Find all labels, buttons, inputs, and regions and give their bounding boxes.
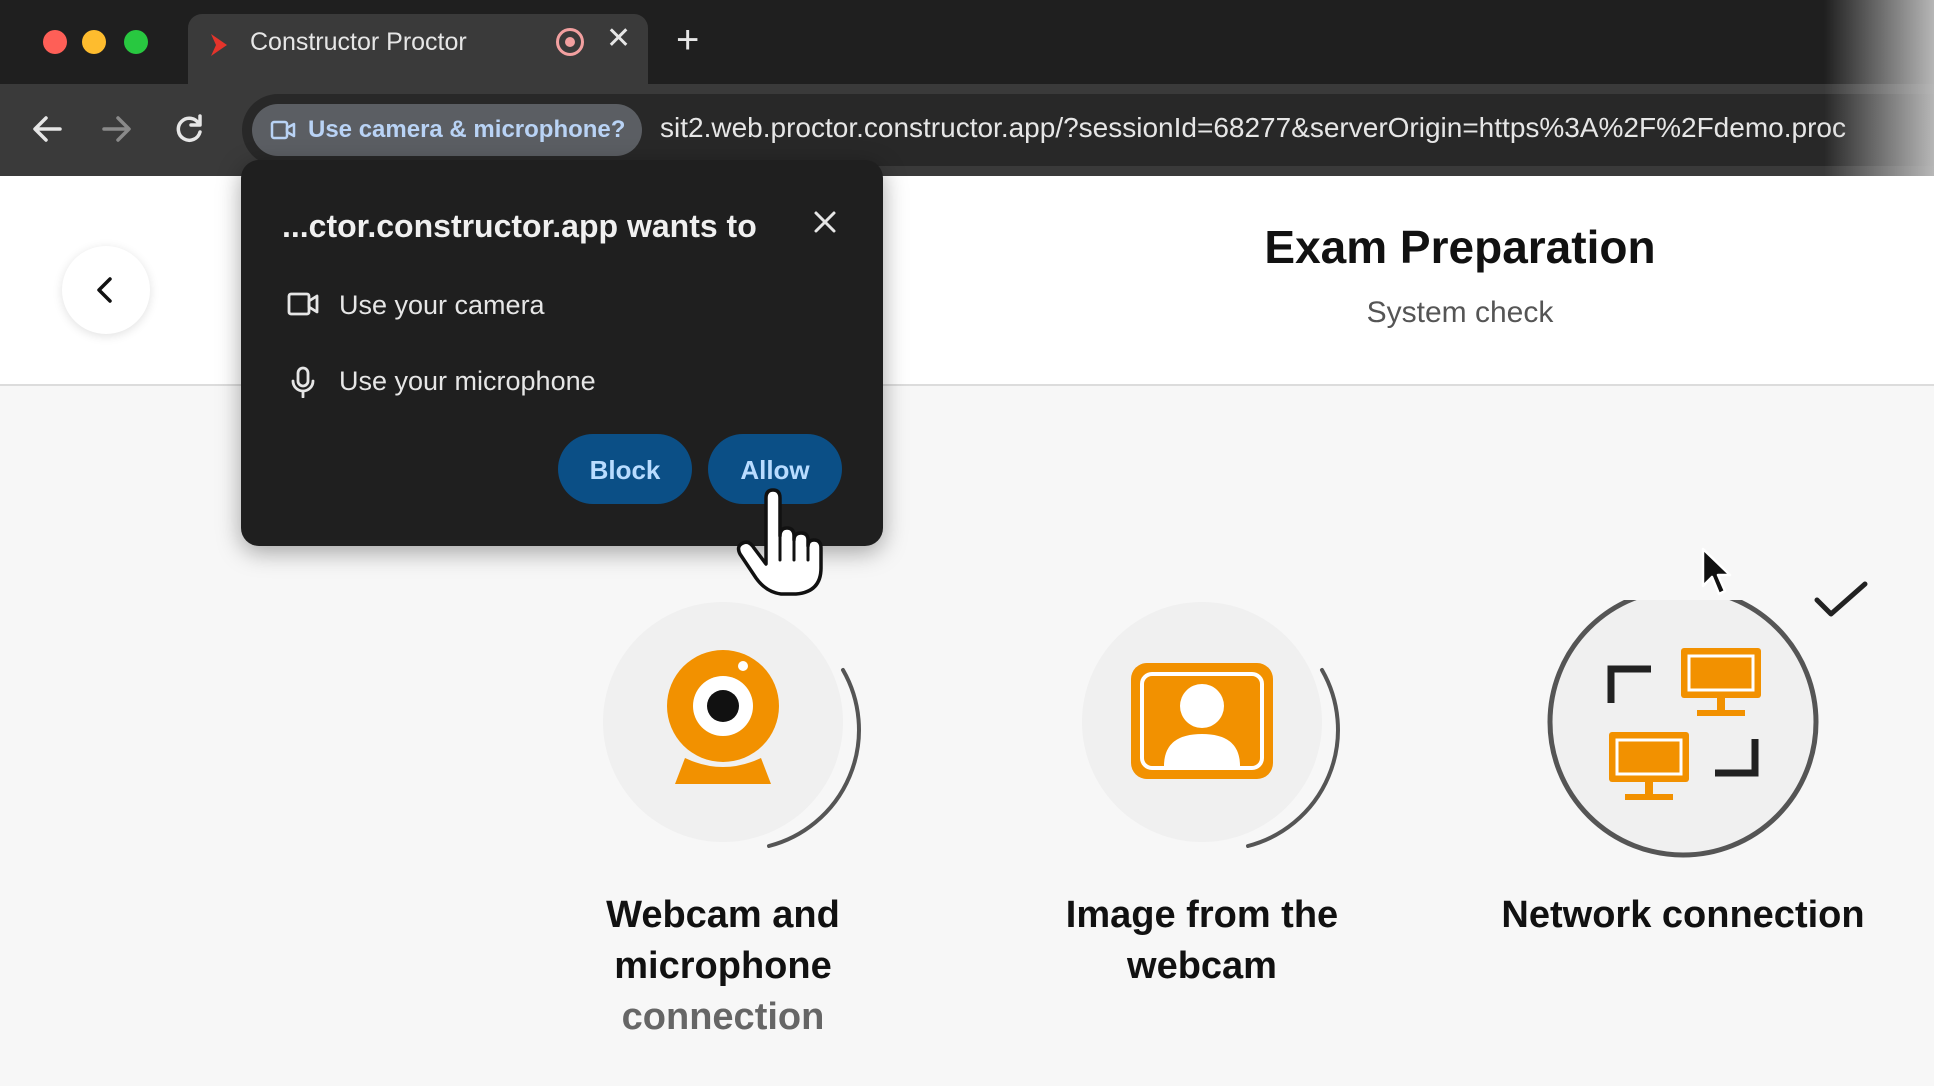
webcam-icon [603,602,861,848]
user-portrait-icon [1082,602,1340,848]
permission-label: Use your camera [339,290,545,320]
back-arrow-icon[interactable] [30,112,64,151]
close-icon[interactable] [813,210,837,239]
forward-arrow-icon[interactable] [100,112,134,151]
page-subtitle: System check [1366,296,1554,329]
checkmark-icon [1814,581,1868,617]
permission-item-camera: Use your camera [287,290,545,323]
window-edge-shadow [1824,0,1934,176]
constructor-logo-icon [208,32,230,63]
window-zoom-button[interactable] [124,30,148,54]
new-tab-button[interactable]: + [676,20,699,60]
permission-item-microphone: Use your microphone [287,366,596,403]
video-camera-icon [270,119,296,146]
check-label: Image from the webcam [1065,894,1339,987]
tab-title: Constructor Proctor [250,28,467,56]
check-label: Network connection [1501,894,1865,936]
check-label: Webcam and microphone connection [606,894,840,1038]
chevron-left-icon [97,277,112,303]
url-text[interactable]: sit2.web.proctor.constructor.app/?sessio… [660,112,1846,144]
network-computers-icon [1547,600,1819,858]
window-minimize-button[interactable] [82,30,106,54]
arrow-cursor-icon [1701,547,1732,596]
block-button[interactable]: Block [558,434,692,504]
permission-chip-label: Use camera & microphone? [308,116,626,143]
hand-pointer-cursor-icon [736,488,823,596]
address-bar[interactable]: Use camera & microphone? sit2.web.procto… [242,94,1934,166]
permission-label: Use your microphone [339,366,596,396]
tab-bar: Constructor Proctor ✕ + [0,0,1934,84]
window-close-button[interactable] [43,30,67,54]
permission-request-chip[interactable]: Use camera & microphone? [252,104,642,156]
popup-title: ...ctor.constructor.app wants to [282,208,757,244]
page-back-button[interactable] [62,246,150,334]
recording-indicator-icon [556,28,584,56]
microphone-icon [287,366,319,402]
reload-icon[interactable] [172,112,206,151]
tab-close-icon[interactable]: ✕ [606,24,631,54]
tab-active[interactable]: Constructor Proctor ✕ [188,14,648,84]
video-camera-icon [287,292,319,322]
page-title: Exam Preparation [1264,221,1656,273]
